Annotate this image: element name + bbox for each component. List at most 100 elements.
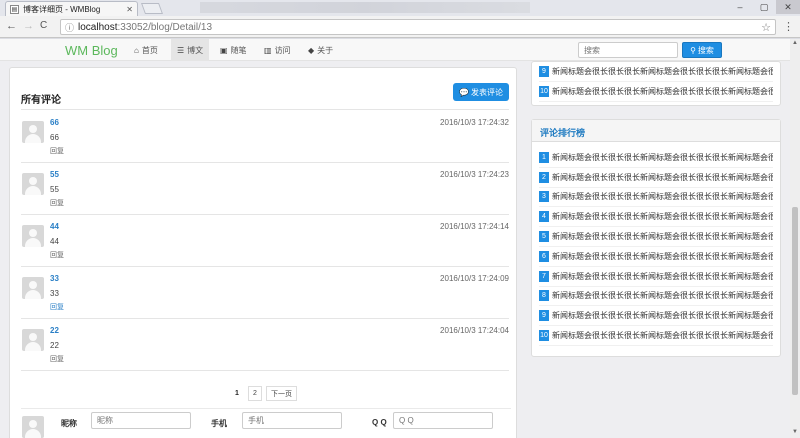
brand-logo[interactable]: WM Blog	[65, 43, 118, 58]
reply-link[interactable]: 回复	[50, 198, 64, 208]
nav-item-label: 博文	[187, 45, 204, 55]
list-item[interactable]: 1 新闻标题会很长很长很长新闻标题会很长很长很长新闻标题会很长	[539, 148, 773, 168]
post-comment-button[interactable]: 💬 发表评论	[453, 83, 509, 101]
page-1[interactable]: 1	[230, 386, 244, 401]
nav-item-4[interactable]: ▥ 访问	[258, 39, 297, 61]
comment-author[interactable]: 22	[50, 326, 59, 335]
new-tab-button[interactable]	[140, 3, 164, 14]
info-icon[interactable]: ⓘ	[65, 21, 74, 34]
nav-item-label: 首页	[141, 45, 158, 55]
reply-link[interactable]: 回复	[50, 302, 64, 312]
rank-badge: 3	[539, 191, 549, 203]
panel-title: 所有评论	[21, 95, 61, 106]
news-list: 9 新闻标题会很长很长很长新闻标题会很长很长很长新闻标题会很长 10 新闻标题会很长很…	[532, 62, 780, 102]
comment-item: 33 33 回复 2016/10/3 17:24:09	[21, 267, 509, 319]
comment-author[interactable]: 44	[50, 222, 59, 231]
list-item-title: 新闻标题会很长很长很长新闻标题会很长很长很长新闻标题会很长	[552, 331, 773, 341]
nav-item-5[interactable]: ◆ 关于	[302, 39, 339, 61]
comment-item: 55 55 回复 2016/10/3 17:24:23	[21, 163, 509, 215]
qq-input[interactable]	[393, 412, 493, 429]
url-host: localhost	[78, 21, 118, 33]
reply-link[interactable]: 回复	[50, 354, 64, 364]
forward-icon[interactable]: →	[23, 20, 34, 32]
scroll-up-icon[interactable]: ▲	[790, 40, 800, 48]
page-scrollbar[interactable]: ▲ ▼	[790, 39, 800, 438]
comment-item: 44 44 回复 2016/10/3 17:24:14	[21, 215, 509, 267]
search-button[interactable]: ⚲ 搜索	[682, 42, 722, 58]
rank-badge: 10	[539, 330, 549, 342]
list-item[interactable]: 8 新闻标题会很长很长很长新闻标题会很长很长很长新闻标题会很长	[539, 287, 773, 307]
nav-item-label: 关于	[317, 45, 334, 55]
pagination: 1 2 下一页	[230, 386, 297, 401]
film-icon: ▣	[220, 45, 228, 55]
comment-time: 2016/10/3 17:24:14	[440, 222, 509, 231]
comment-author[interactable]: 66	[50, 118, 59, 127]
search-input[interactable]	[578, 42, 678, 58]
comment-item: 66 66 回复 2016/10/3 17:24:32	[21, 111, 509, 163]
rank-badge: 9	[539, 310, 549, 322]
scroll-down-icon[interactable]: ▼	[790, 429, 800, 437]
comment-time: 2016/10/3 17:24:32	[440, 118, 509, 127]
comment-icon: 💬	[459, 87, 469, 97]
nav-item-label: 随笔	[230, 45, 247, 55]
window-controls: – ▢ ✕	[728, 0, 800, 14]
search-icon: ⚲	[690, 45, 696, 55]
menu-icon[interactable]: ⋮	[783, 20, 794, 33]
comment-time: 2016/10/3 17:24:23	[440, 170, 509, 179]
next-page-button[interactable]: 下一页	[266, 386, 297, 401]
scrollbar-thumb[interactable]	[792, 207, 798, 395]
list-item[interactable]: 9 新闻标题会很长很长很长新闻标题会很长很长很长新闻标题会很长	[539, 62, 773, 82]
list-item[interactable]: 10 新闻标题会很长很长很长新闻标题会很长很长很长新闻标题会很长	[539, 82, 773, 102]
page-2[interactable]: 2	[248, 386, 262, 401]
rank-badge: 5	[539, 231, 549, 243]
list-item[interactable]: 4 新闻标题会很长很长很长新闻标题会很长很长很长新闻标题会很长	[539, 207, 773, 228]
list-item[interactable]: 7 新闻标题会很长很长很长新闻标题会很长很长很长新闻标题会很长	[539, 267, 773, 287]
url-path: :33052/blog/Detail/13	[117, 21, 213, 33]
home-icon: ⌂	[134, 45, 139, 55]
rank-badge: 7	[539, 270, 549, 282]
list-item[interactable]: 3 新闻标题会很长很长很长新闻标题会很长很长很长新闻标题会很长	[539, 188, 773, 208]
comment-author[interactable]: 33	[50, 274, 59, 283]
search-button-label: 搜索	[697, 45, 714, 55]
phone-input[interactable]	[242, 412, 342, 429]
page-viewport: WM Blog ⌂首页☰博文▣随笔▥访问◆关于 ⚲ 搜索 所有评论 💬 发表评论…	[0, 39, 790, 438]
nickname-input[interactable]	[91, 412, 191, 429]
list-item[interactable]: 2 新闻标题会很长很长很长新闻标题会很长很长很长新闻标题会很长	[539, 168, 773, 188]
ranking-panel: 评论排行榜 1 新闻标题会很长很长很长新闻标题会很长很长很长新闻标题会很长 2 新闻标…	[531, 119, 781, 357]
list-icon: ☰	[177, 45, 185, 55]
comments-panel: 所有评论 💬 发表评论 66 66 回复 2016/10/3 17:24:32 55 55…	[9, 67, 517, 438]
list-item[interactable]: 6 新闻标题会很长很长很长新闻标题会很长很长很长新闻标题会很长	[539, 247, 773, 267]
rank-badge: 1	[539, 151, 549, 163]
list-item[interactable]: 9 新闻标题会很长很长很长新闻标题会很长很长很长新闻标题会很长	[539, 306, 773, 327]
close-window-icon[interactable]: ✕	[776, 0, 800, 14]
phone-label: 手机	[211, 419, 227, 428]
list-item-title: 新闻标题会很长很长很长新闻标题会很长很长很长新闻标题会很长	[552, 291, 773, 301]
browser-tab[interactable]: ▤ 博客详细页 - WMBlog ✕	[5, 1, 138, 16]
minimize-icon[interactable]: –	[728, 0, 752, 14]
list-item-title: 新闻标题会很长很长很长新闻标题会很长很长很长新闻标题会很长	[552, 212, 773, 222]
list-item-title: 新闻标题会很长很长很长新闻标题会很长很长很长新闻标题会很长	[552, 271, 773, 281]
nav-item-2[interactable]: ☰ 博文	[171, 39, 210, 61]
rank-badge: 9	[539, 65, 549, 77]
bookmark-star-icon[interactable]: ☆	[761, 21, 771, 34]
list-item[interactable]: 5 新闻标题会很长很长很长新闻标题会很长很长很长新闻标题会很长	[539, 227, 773, 247]
ranking-title: 评论排行榜	[532, 120, 780, 142]
nav-item-3[interactable]: ▣ 随笔	[214, 39, 253, 61]
reply-link[interactable]: 回复	[50, 250, 64, 260]
list-item[interactable]: 10 新闻标题会很长很长很长新闻标题会很长很长很长新闻标题会很长	[539, 326, 773, 346]
post-comment-label: 发表评论	[470, 87, 503, 97]
comment-form: 昵称 手机 Q Q	[21, 408, 511, 438]
comment-time: 2016/10/3 17:24:09	[440, 274, 509, 283]
back-icon[interactable]: ←	[6, 20, 17, 32]
comment-author[interactable]: 55	[50, 170, 59, 179]
reply-link[interactable]: 回复	[50, 146, 64, 156]
reload-icon[interactable]: C	[40, 20, 47, 31]
close-tab-icon[interactable]: ✕	[126, 5, 133, 14]
comment-body: 44	[50, 237, 59, 246]
url-field[interactable]: ⓘ localhost :33052/blog/Detail/13 ☆	[60, 19, 776, 35]
site-navbar: WM Blog ⌂首页☰博文▣随笔▥访问◆关于 ⚲ 搜索	[0, 39, 790, 61]
maximize-icon[interactable]: ▢	[752, 0, 776, 14]
list-item-title: 新闻标题会很长很长很长新闻标题会很长很长很长新闻标题会很长	[552, 311, 773, 321]
address-bar: ← → C ⓘ localhost :33052/blog/Detail/13 …	[0, 16, 800, 38]
nav-item-1[interactable]: ⌂ 首页	[128, 39, 164, 61]
